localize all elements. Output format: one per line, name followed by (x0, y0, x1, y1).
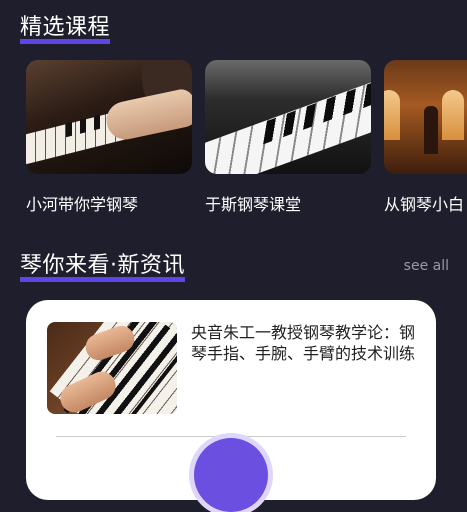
news-thumbnail[interactable] (47, 322, 177, 414)
course-card[interactable]: 于斯钢琴课堂 (205, 60, 371, 215)
news-heading: 琴你来看·新资讯 (20, 252, 185, 282)
news-title: 琴你来看·新资讯 (20, 253, 185, 278)
course-card[interactable]: 从钢琴小白 (384, 60, 467, 215)
course-thumbnail[interactable] (26, 60, 192, 174)
course-thumbnail[interactable] (384, 60, 467, 174)
course-name: 于斯钢琴课堂 (205, 195, 302, 214)
course-carousel[interactable]: 小河带你学钢琴 于斯钢琴课堂 从钢琴小白 (26, 60, 467, 220)
news-headline[interactable]: 央音朱工一教授钢琴教学论：钢琴手指、手腕、手臂的技术训练 (191, 322, 416, 364)
news-card[interactable]: 央音朱工一教授钢琴教学论：钢琴手指、手腕、手臂的技术训练 (26, 300, 436, 512)
course-name: 小河带你学钢琴 (26, 195, 139, 214)
featured-courses-title: 精选课程 (20, 15, 111, 40)
featured-courses-heading: 精选课程 (20, 14, 111, 44)
course-thumbnail[interactable] (205, 60, 371, 174)
course-card[interactable]: 小河带你学钢琴 (26, 60, 192, 215)
course-name: 从钢琴小白 (384, 195, 465, 214)
play-button[interactable] (194, 438, 268, 512)
see-all-link[interactable]: see all (404, 258, 449, 274)
divider (56, 436, 406, 437)
